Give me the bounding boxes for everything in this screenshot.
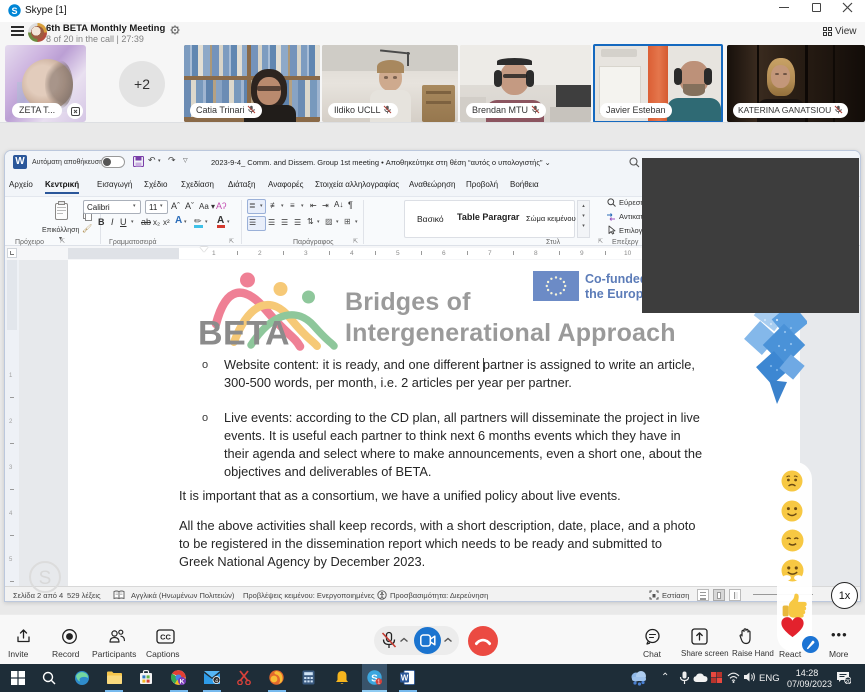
svg-text:1: 1 <box>377 680 380 685</box>
svg-text:BETA: BETA <box>198 315 290 353</box>
svg-text:CC: CC <box>160 633 171 642</box>
svg-text:K: K <box>180 678 185 685</box>
svg-text:S: S <box>11 6 17 16</box>
svg-text:4: 4 <box>215 678 218 684</box>
svg-text:W: W <box>401 674 409 683</box>
svg-text:20: 20 <box>845 679 851 684</box>
